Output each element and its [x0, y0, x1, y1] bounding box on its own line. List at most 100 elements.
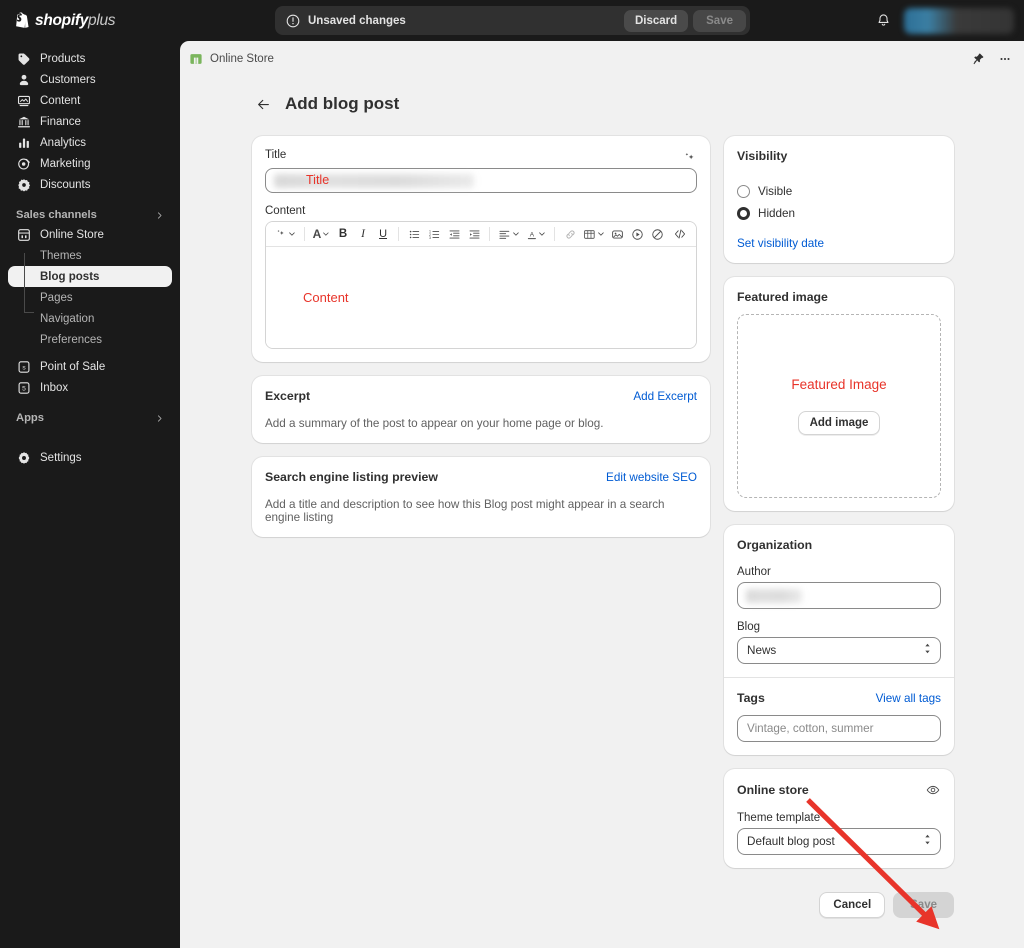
sidebar-item-products[interactable]: Products — [8, 48, 172, 69]
content-panel: Online Store Add blog post Title Title C… — [180, 41, 1024, 948]
breadcrumb-online-store[interactable]: Online Store — [189, 52, 274, 66]
side-column: Visibility Visible Hidden Set visibility… — [724, 136, 954, 882]
notifications-button[interactable] — [870, 8, 896, 34]
bar-chart-icon — [16, 135, 31, 150]
edit-website-seo-link[interactable]: Edit website SEO — [606, 471, 697, 484]
sidebar-item-label: Products — [40, 52, 86, 65]
sidebar-item-label: Themes — [40, 249, 82, 262]
add-image-button[interactable]: Add image — [797, 411, 881, 435]
sidebar-item-preferences[interactable]: Preferences — [8, 329, 172, 350]
theme-template-select[interactable] — [737, 828, 941, 855]
save-button[interactable]: Save — [893, 892, 954, 918]
sidebar-item-point-of-sale[interactable]: s Point of Sale — [8, 356, 172, 377]
organization-title: Organization — [737, 538, 813, 552]
outdent-icon[interactable] — [445, 225, 463, 244]
view-all-tags-link[interactable]: View all tags — [876, 692, 941, 705]
author-field-label: Author — [737, 566, 771, 578]
tags-input[interactable] — [737, 715, 941, 742]
blog-select[interactable] — [737, 637, 941, 664]
magic-sparkle-icon[interactable] — [273, 225, 298, 244]
sidebar-item-content[interactable]: Content — [8, 90, 172, 111]
add-excerpt-link[interactable]: Add Excerpt — [633, 390, 697, 403]
toolbar-separator — [303, 227, 305, 241]
sidebar-item-finance[interactable]: Finance — [8, 111, 172, 132]
indent-icon[interactable] — [465, 225, 483, 244]
sidebar-item-label: Finance — [40, 115, 81, 128]
numbered-list-icon[interactable]: 123 — [425, 225, 443, 244]
sidebar-section-apps[interactable]: Apps — [8, 409, 172, 427]
sidebar-tree-arm — [24, 312, 34, 313]
underline-icon[interactable]: U — [374, 225, 392, 244]
bold-icon[interactable]: B — [334, 225, 352, 244]
theme-template-select-wrap — [737, 828, 941, 855]
pin-button[interactable] — [967, 48, 989, 70]
point-of-sale-icon: s — [16, 359, 31, 374]
insert-image-icon[interactable] — [609, 225, 627, 244]
italic-icon[interactable]: I — [354, 225, 372, 244]
content-field-label: Content — [265, 205, 306, 217]
title-redacted-text — [274, 174, 474, 188]
sidebar-item-marketing[interactable]: Marketing — [8, 153, 172, 174]
sidebar-item-blog-posts[interactable]: Blog posts — [8, 266, 172, 287]
arrow-left-icon — [257, 99, 269, 109]
content-icon — [16, 93, 31, 108]
excerpt-description: Add a summary of the post to appear on y… — [265, 417, 604, 430]
text-style-icon[interactable]: A — [311, 225, 332, 244]
back-button[interactable] — [252, 93, 274, 115]
sidebar-item-label: Blog posts — [40, 270, 100, 283]
sidebar-item-label: Analytics — [40, 136, 87, 149]
sidebar-item-settings[interactable]: Settings — [8, 447, 172, 468]
sidebar-item-discounts[interactable]: Discounts — [8, 174, 172, 195]
link-icon[interactable] — [561, 225, 579, 244]
sidebar-item-label: Marketing — [40, 157, 91, 170]
sidebar-item-label: Content — [40, 94, 81, 107]
sidebar-item-customers[interactable]: Customers — [8, 69, 172, 90]
radio-label: Visible — [758, 185, 793, 198]
discard-button[interactable]: Discard — [623, 9, 689, 32]
sidebar-item-inbox[interactable]: 5 Inbox — [8, 377, 172, 398]
online-store-header: Online store — [737, 782, 941, 798]
tags-title: Tags — [737, 691, 765, 705]
shopify-plus-logo[interactable]: shopifyplus — [14, 12, 264, 30]
toolbar-separator — [554, 227, 556, 241]
editor-body[interactable]: Content — [266, 247, 696, 348]
main-sidebar: Products Customers Content Finance Analy… — [0, 41, 180, 948]
table-icon[interactable] — [581, 225, 607, 244]
preview-button[interactable] — [925, 782, 941, 798]
toolbar-separator — [398, 227, 400, 241]
gear-icon — [16, 450, 31, 465]
align-icon[interactable] — [496, 225, 522, 244]
sidebar-item-themes[interactable]: Themes — [8, 245, 172, 266]
ellipsis-icon — [1000, 57, 1010, 61]
magic-sparkle-button[interactable] — [681, 149, 697, 165]
clear-formatting-icon[interactable] — [649, 225, 667, 244]
sidebar-item-pages[interactable]: Pages — [8, 287, 172, 308]
visibility-option-visible[interactable]: Visible — [737, 185, 941, 198]
eye-icon — [926, 785, 940, 795]
visibility-option-hidden[interactable]: Hidden — [737, 207, 941, 220]
account-avatar[interactable] — [904, 7, 1014, 34]
text-color-icon[interactable]: A — [524, 225, 549, 244]
discount-icon — [16, 177, 31, 192]
radio-hidden[interactable] — [737, 207, 750, 220]
sidebar-section-sales-channels[interactable]: Sales channels — [8, 206, 172, 224]
sidebar-item-analytics[interactable]: Analytics — [8, 132, 172, 153]
set-visibility-date-link[interactable]: Set visibility date — [737, 237, 941, 250]
bulleted-list-icon[interactable] — [405, 225, 423, 244]
insert-video-icon[interactable] — [629, 225, 647, 244]
organization-card: Organization Author Blog Tags View all — [724, 525, 954, 755]
sidebar-item-label: Pages — [40, 291, 73, 304]
cancel-button[interactable]: Cancel — [819, 892, 886, 918]
more-actions-button[interactable] — [994, 48, 1016, 70]
sidebar-item-online-store[interactable]: Online Store — [8, 224, 172, 245]
code-view-icon[interactable] — [671, 225, 689, 244]
sidebar-item-label: Customers — [40, 73, 96, 86]
person-icon — [16, 72, 31, 87]
radio-label: Hidden — [758, 207, 796, 220]
rich-text-editor: A B I U 123 A Content — [265, 221, 697, 349]
featured-image-dropzone[interactable]: Featured Image Add image — [737, 314, 941, 498]
save-button-topbar[interactable]: Save — [693, 9, 746, 32]
seo-title: Search engine listing preview — [265, 470, 438, 484]
radio-visible[interactable] — [737, 185, 750, 198]
seo-description: Add a title and description to see how t… — [265, 498, 665, 524]
